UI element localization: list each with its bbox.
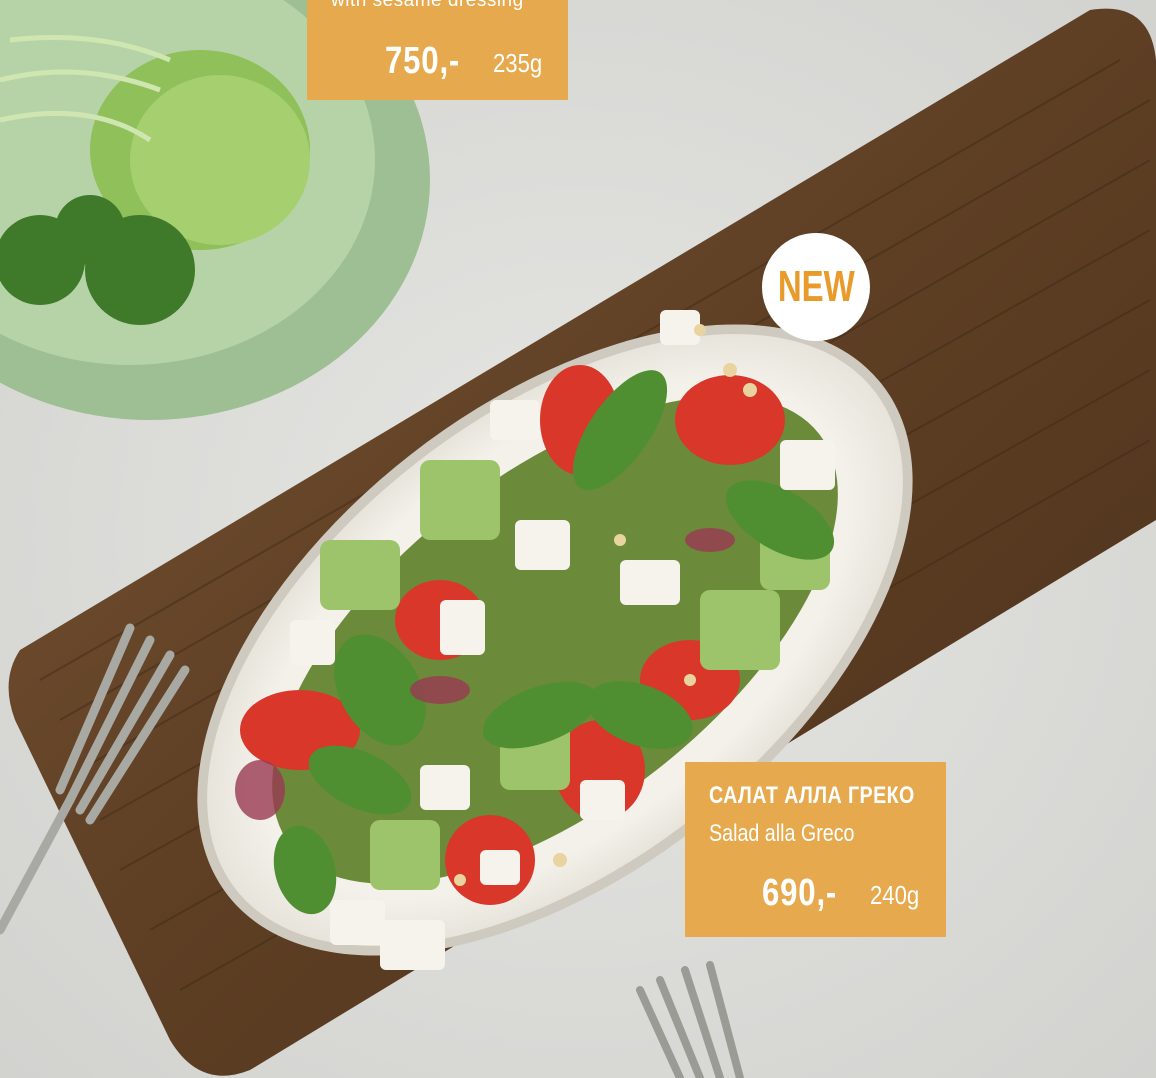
weight-main: 240g <box>870 880 920 910</box>
price-card-main: САЛАТ АЛЛА ГРЕКО Salad alla Greco 690,- … <box>685 762 946 937</box>
price-main: 690,- <box>762 872 838 914</box>
dish-title-en: Salad alla Greco <box>709 820 855 847</box>
food-photo <box>0 0 1156 1078</box>
dish-subtitle-top: with sesame dressing <box>331 0 524 11</box>
weight-top: 235g <box>493 48 543 78</box>
dish-title-ru: САЛАТ АЛЛА ГРЕКО <box>709 782 915 809</box>
new-badge: NEW <box>762 233 870 341</box>
price-top: 750,- <box>385 40 461 82</box>
price-card-top: with sesame dressing 750,- 235g <box>307 0 568 100</box>
new-badge-label: NEW <box>777 262 855 311</box>
